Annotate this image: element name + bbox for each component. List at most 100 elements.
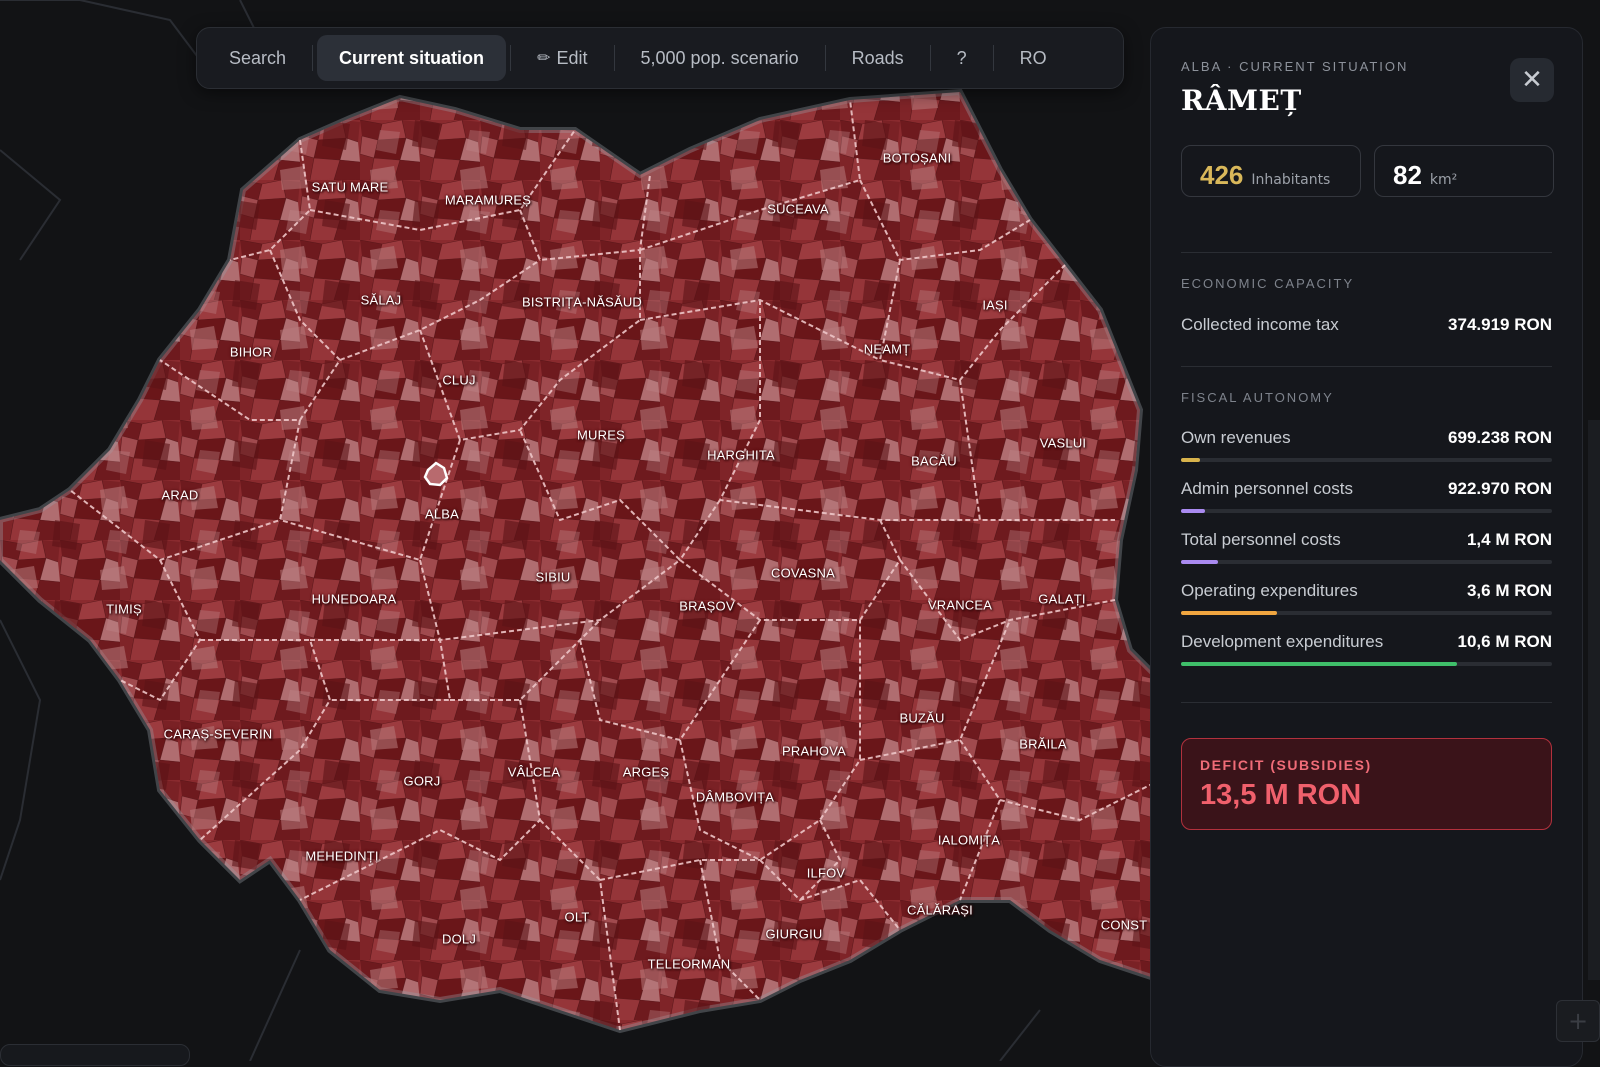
progress-track [1181, 509, 1552, 513]
pencil-icon: ✏ [537, 50, 551, 67]
county-label: ARGEȘ [622, 764, 670, 780]
close-button[interactable]: ✕ [1510, 58, 1554, 102]
county-label: CLUJ [442, 372, 476, 388]
top-toolbar: Search Current situation ✏ Edit 5,000 po… [196, 27, 1124, 89]
row-value: 374.919 RON [1448, 315, 1552, 334]
scrollbar[interactable] [1588, 420, 1600, 980]
progress-fill [1181, 458, 1200, 462]
divider [1181, 366, 1552, 367]
county-label: ILFOV [806, 865, 846, 881]
current-situation-tab[interactable]: Current situation [317, 35, 507, 81]
county-label: CĂLĂRAȘI [907, 902, 973, 918]
progress-fill [1181, 560, 1219, 564]
operating-expenditures-row: Operating expenditures 3,6 M RON [1181, 581, 1552, 621]
row-value: 3,6 M RON [1466, 581, 1552, 600]
close-icon: ✕ [1521, 65, 1543, 95]
county-label: VRANCEA [927, 597, 993, 613]
inhabitants-stat: 426 Inhabitants [1181, 145, 1361, 197]
development-expenditures-row: Development expenditures 10,6 M RON [1181, 632, 1552, 672]
edit-button[interactable]: ✏ Edit [515, 35, 609, 81]
row-label: Development expenditures [1181, 632, 1384, 651]
bottom-panel-handle[interactable] [0, 1044, 190, 1066]
county-label: BACĂU [911, 453, 957, 469]
scenario-tab[interactable]: 5,000 pop. scenario [619, 35, 821, 81]
county-label: ARAD [161, 487, 199, 503]
toolbar-divider [992, 45, 994, 71]
county-label: TELEORMAN [647, 956, 731, 972]
breadcrumb: ALBA · CURRENT SITUATION [1181, 59, 1409, 74]
county-label: BRĂILA [1019, 736, 1067, 752]
area-stat: 82 km² [1374, 145, 1554, 197]
income-tax-row: Collected income tax 374.919 RON [1181, 315, 1552, 355]
commune-title: RÂMEȚ [1181, 84, 1302, 117]
county-label: DÂMBOVIȚA [695, 789, 775, 805]
county-label: VÂLCEA [507, 764, 561, 780]
row-label: Own revenues [1181, 428, 1291, 447]
admin-personnel-row: Admin personnel costs 922.970 RON [1181, 479, 1552, 519]
county-label: SIBIU [535, 569, 571, 585]
county-label: TIMIȘ [106, 601, 142, 617]
toolbar-divider [510, 45, 512, 71]
zoom-in-button[interactable]: + [1556, 1000, 1600, 1042]
row-value: 10,6 M RON [1457, 632, 1552, 651]
county-label: GALAȚI [1038, 591, 1086, 607]
progress-fill [1181, 611, 1278, 615]
row-value: 922.970 RON [1448, 479, 1552, 498]
toolbar-divider [929, 45, 931, 71]
roads-tab[interactable]: Roads [830, 35, 926, 81]
divider [1181, 702, 1552, 703]
county-label: BISTRIȚA-NĂSĂUD [521, 294, 643, 310]
county-label: MEHEDINȚI [305, 848, 379, 864]
progress-track [1181, 560, 1552, 564]
row-label: Total personnel costs [1181, 530, 1341, 549]
county-label: COVASNA [770, 565, 836, 581]
county-label: SUCEAVA [767, 201, 829, 217]
deficit-card: DEFICIT (SUBSIDIES) 13,5 M RON [1181, 738, 1552, 830]
progress-track [1181, 662, 1552, 666]
toolbar-divider [824, 45, 826, 71]
progress-track [1181, 611, 1552, 615]
row-value: 699.238 RON [1448, 428, 1552, 447]
county-label: CARAȘ-SEVERIN [163, 726, 273, 742]
county-label: IALOMIȚA [937, 832, 1001, 848]
row-label: Operating expenditures [1181, 581, 1358, 600]
county-label: BRAȘOV [679, 598, 735, 614]
commune-details-panel: ALBA · CURRENT SITUATION RÂMEȚ ✕ 426 Inh… [1150, 27, 1583, 1067]
total-personnel-row: Total personnel costs 1,4 M RON [1181, 530, 1552, 570]
county-label: NEAMȚ [863, 341, 911, 357]
county-label: CONST [1100, 917, 1148, 933]
search-button[interactable]: Search [207, 35, 308, 81]
help-button[interactable]: ? [935, 35, 989, 81]
inhabitants-unit: Inhabitants [1251, 172, 1331, 188]
language-button[interactable]: RO [998, 35, 1069, 81]
county-label: BIHOR [229, 344, 273, 360]
deficit-value: 13,5 M RON [1200, 779, 1362, 811]
county-label: ALBA [424, 506, 460, 522]
county-label: MUREȘ [577, 427, 625, 443]
county-label: BOTOȘANI [882, 150, 952, 166]
progress-fill [1181, 662, 1458, 666]
inhabitants-value: 426 [1200, 160, 1244, 190]
county-label: SĂLAJ [360, 292, 402, 308]
county-label: BUZĂU [899, 710, 945, 726]
divider [1181, 252, 1552, 253]
county-label: SATU MARE [311, 179, 389, 195]
row-label: Admin personnel costs [1181, 479, 1353, 498]
county-label: GIURGIU [765, 926, 823, 942]
toolbar-divider [312, 45, 314, 71]
county-label: HARGHITA [707, 447, 775, 463]
county-label: MARAMUREȘ [444, 192, 532, 208]
edit-label: Edit [556, 47, 588, 68]
county-label: VASLUI [1039, 435, 1087, 451]
county-label: DOLJ [441, 931, 477, 947]
county-label: HUNEDOARA [311, 591, 397, 607]
row-value: 1,4 M RON [1466, 530, 1552, 549]
progress-fill [1181, 509, 1206, 513]
area-unit: km² [1429, 172, 1458, 188]
plus-icon: + [1567, 1007, 1589, 1035]
toolbar-divider [613, 45, 615, 71]
county-label: GORJ [403, 773, 441, 789]
deficit-label: DEFICIT (SUBSIDIES) [1200, 757, 1372, 773]
county-label: IAȘI [982, 297, 1008, 313]
row-label: Collected income tax [1181, 315, 1339, 334]
